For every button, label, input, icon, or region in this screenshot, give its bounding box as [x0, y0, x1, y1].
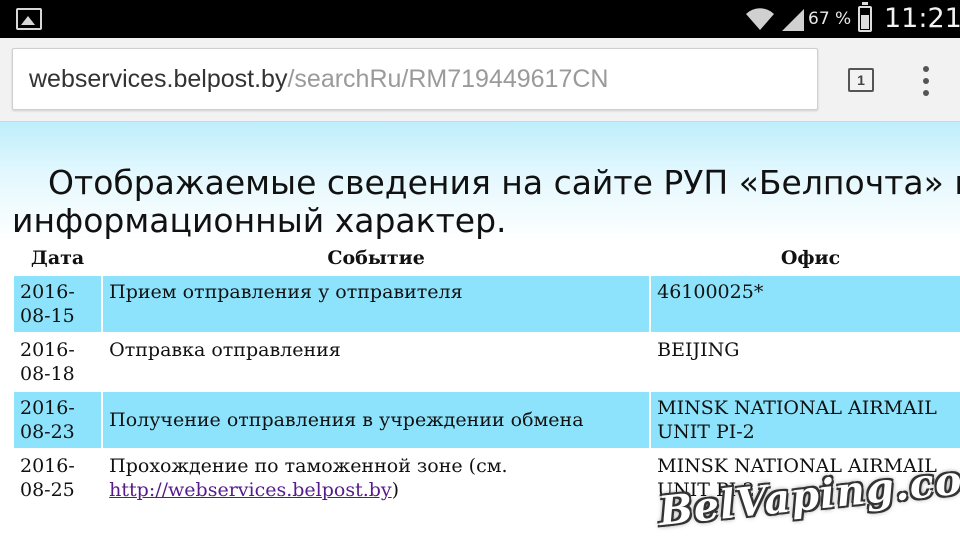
- address-bar[interactable]: webservices.belpost.by/searchRu/RM719449…: [12, 48, 818, 110]
- header-date: Дата: [14, 242, 102, 274]
- url-path: /searchRu/RM719449617CN: [287, 65, 609, 93]
- header-event: Событие: [103, 242, 650, 274]
- status-clock: 11:21: [884, 3, 960, 34]
- notice-text: Отображаемые сведения на сайте РУП «Белп…: [12, 164, 960, 240]
- table-row: 2016- 08-18 Отправка отправления BEIJING: [14, 334, 960, 390]
- row-date: 2016- 08-23: [14, 392, 102, 448]
- row-event: Прохождение по таможенной зоне (см. http:…: [103, 450, 650, 506]
- row-event: Получение отправления в учреждении обмен…: [103, 392, 650, 448]
- table-row: 2016- 08-15 Прием отправления у отправите…: [14, 276, 960, 332]
- tracking-table: Дата Событие Офис 2016- 08-15 Прием отпра…: [12, 240, 960, 508]
- overflow-menu-icon[interactable]: [914, 64, 938, 98]
- row-date: 2016- 08-15: [14, 276, 102, 332]
- table-row: 2016- 08-23 Получение отправления в учреж…: [14, 392, 960, 448]
- url-host: webservices.belpost.by: [29, 65, 288, 93]
- url-text[interactable]: webservices.belpost.by/searchRu/RM719449…: [29, 65, 608, 94]
- row-date: 2016- 08-25: [14, 450, 102, 506]
- battery-icon: [858, 2, 872, 32]
- tab-switcher-button[interactable]: 1: [848, 68, 874, 92]
- row-office: 46100025*: [651, 276, 960, 332]
- customs-link[interactable]: http://webservices.belpost.by: [109, 479, 392, 501]
- signal-icon: [782, 9, 804, 31]
- header-office: Офис: [651, 242, 960, 274]
- table-header-row: Дата Событие Офис: [14, 242, 960, 274]
- row-office: MINSK NATIONAL AIRMAIL UNIT PI-2: [651, 392, 960, 448]
- row-event: Прием отправления у отправителя: [103, 276, 650, 332]
- row-event: Отправка отправления: [103, 334, 650, 390]
- row-office: BEIJING: [651, 334, 960, 390]
- battery-percent: 67 %: [808, 9, 852, 29]
- row-date: 2016- 08-18: [14, 334, 102, 390]
- wifi-icon: [746, 8, 774, 30]
- browser-toolbar: webservices.belpost.by/searchRu/RM719449…: [0, 38, 960, 122]
- status-bar: 67 % 11:21: [0, 0, 960, 38]
- notice-line-1: Отображаемые сведения на сайте РУП «Белп…: [48, 163, 960, 202]
- gallery-notification-icon: [16, 8, 42, 30]
- notice-line-2: информационный характер.: [12, 201, 507, 240]
